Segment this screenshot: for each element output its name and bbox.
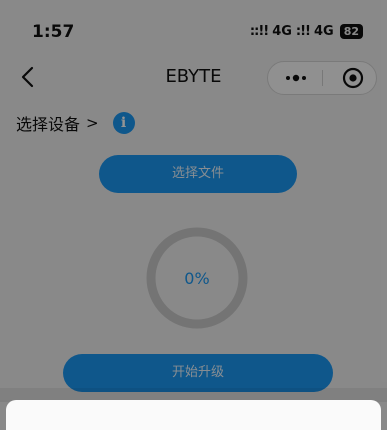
status-bar: 1:57 ::!! 4G :!! 4G 82 [0,0,387,58]
more-icon[interactable] [282,70,310,86]
capsule-divider [322,70,323,86]
info-icon[interactable]: i [112,112,135,134]
network-type: 4G [272,24,292,39]
select-device-row[interactable]: 选择设备 > i [16,110,135,136]
signal-icon: ::!! [249,24,269,39]
battery-icon: 82 [339,24,363,39]
select-file-button[interactable]: 选择文件 [99,155,297,193]
app-screen: 1:57 ::!! 4G :!! 4G 82 EBYTE 选择设备 > i 选择… [0,0,387,430]
status-time: 1:57 [32,22,75,42]
chevron-right-icon: > [86,114,99,132]
signal-icon: :!! [295,24,311,39]
status-indicators: ::!! 4G :!! 4G 82 [250,24,363,39]
select-device-label[interactable]: 选择设备 [16,111,80,135]
miniprogram-capsule [267,61,377,95]
close-target-icon[interactable] [342,67,364,89]
start-upgrade-button[interactable]: 开始升级 [63,354,333,392]
network-type: 4G [313,24,334,39]
bottom-sheet [6,400,381,430]
nav-bar: EBYTE [0,58,387,98]
progress-percent: 0% [184,268,210,288]
